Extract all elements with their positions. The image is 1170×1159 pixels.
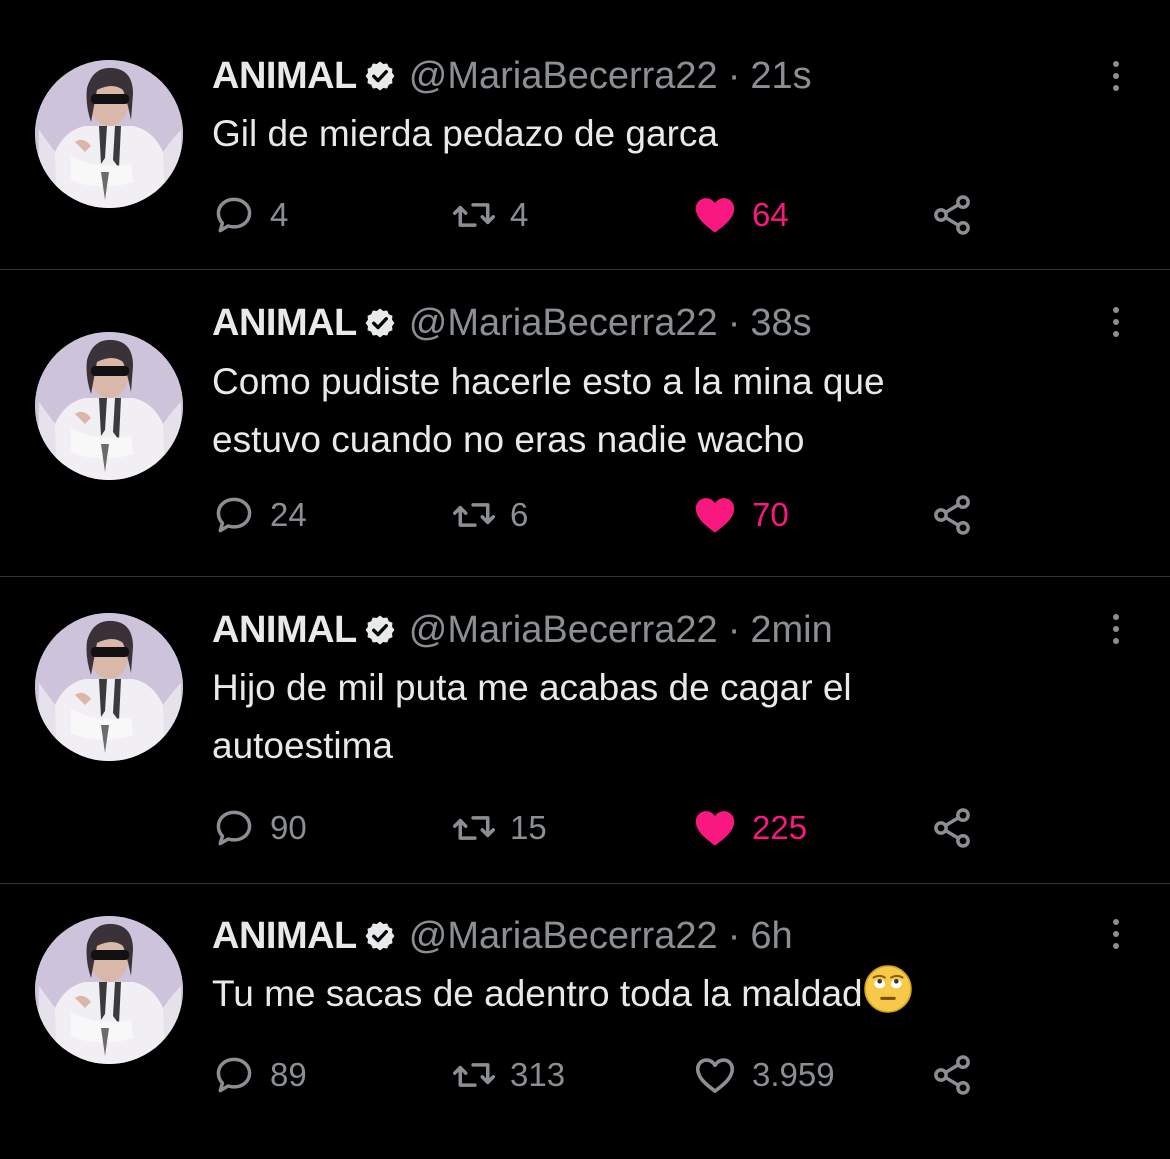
- retweet-count: 313: [510, 1056, 566, 1093]
- tweet[interactable]: ANIMAL @MariaBecerra22 · 38s Como pudist…: [0, 270, 1170, 577]
- separator: ·: [727, 914, 741, 957]
- reply-count: 90: [270, 809, 307, 846]
- reply-icon: [212, 806, 256, 850]
- tweet-text-line: estuvo cuando no eras nadie wacho: [212, 419, 805, 460]
- heart-filled-icon: [692, 805, 738, 851]
- more-vertical-icon[interactable]: [1104, 912, 1128, 956]
- tweet-text: Tu me sacas de adentro toda la maldad: [212, 964, 1112, 1023]
- retweet-button[interactable]: 4: [452, 190, 528, 240]
- timestamp[interactable]: 6h: [750, 915, 792, 958]
- avatar[interactable]: [35, 60, 183, 208]
- share-button[interactable]: [930, 490, 974, 540]
- tweet-text-line: Gil de mierda pedazo de garca: [212, 113, 718, 154]
- reply-button[interactable]: 4: [212, 190, 288, 240]
- like-count: 70: [752, 496, 789, 533]
- like-count: 225: [752, 809, 808, 846]
- timestamp[interactable]: 2min: [750, 609, 832, 652]
- face-with-rolling-eyes-icon: [863, 964, 913, 1014]
- like-button[interactable]: 3.959: [692, 1050, 835, 1100]
- tweet[interactable]: ANIMAL @MariaBecerra22 · 21s Gil de mier…: [0, 0, 1170, 270]
- verified-badge-icon: [363, 613, 397, 647]
- timeline: ANIMAL @MariaBecerra22 · 21s Gil de mier…: [0, 0, 1170, 1159]
- more-vertical-icon[interactable]: [1104, 300, 1128, 344]
- timestamp[interactable]: 38s: [750, 302, 811, 345]
- retweet-button[interactable]: 313: [452, 1050, 565, 1100]
- tweet-actions: 24 6 70: [212, 490, 992, 540]
- separator: ·: [727, 301, 741, 344]
- share-icon: [930, 193, 974, 237]
- heart-filled-icon: [692, 192, 738, 238]
- retweet-button[interactable]: 6: [452, 490, 528, 540]
- separator: ·: [727, 54, 741, 97]
- retweet-icon: [452, 193, 496, 237]
- retweet-count: 4: [510, 196, 529, 233]
- reply-count: 4: [270, 196, 289, 233]
- tweet-actions: 4 4 64: [212, 190, 992, 240]
- heart-filled-icon: [692, 492, 738, 538]
- share-button[interactable]: [930, 1050, 974, 1100]
- share-icon: [930, 806, 974, 850]
- tweet-actions: 90 15 225: [212, 803, 992, 853]
- tweet-header: ANIMAL @MariaBecerra22 · 2min: [212, 608, 833, 652]
- avatar[interactable]: [35, 332, 183, 480]
- reply-icon: [212, 1053, 256, 1097]
- more-vertical-icon[interactable]: [1104, 607, 1128, 651]
- timestamp[interactable]: 21s: [750, 55, 811, 98]
- share-icon: [930, 1053, 974, 1097]
- share-icon: [930, 493, 974, 537]
- reply-button[interactable]: 89: [212, 1050, 307, 1100]
- retweet-icon: [452, 1053, 496, 1097]
- retweet-count: 15: [510, 809, 547, 846]
- tweet-header: ANIMAL @MariaBecerra22 · 38s: [212, 301, 812, 345]
- reply-count: 24: [270, 496, 307, 533]
- display-name[interactable]: ANIMAL: [212, 302, 357, 345]
- tweet-text: Gil de mierda pedazo de garca: [212, 105, 1112, 163]
- heart-outline-icon: [692, 1052, 738, 1098]
- like-count: 3.959: [752, 1056, 835, 1093]
- tweet-header: ANIMAL @MariaBecerra22 · 21s: [212, 54, 812, 98]
- retweet-icon: [452, 493, 496, 537]
- reply-icon: [212, 193, 256, 237]
- tweet[interactable]: ANIMAL @MariaBecerra22 · 2min Hijo de mi…: [0, 577, 1170, 884]
- avatar[interactable]: [35, 613, 183, 761]
- avatar[interactable]: [35, 916, 183, 1064]
- reply-button[interactable]: 90: [212, 803, 307, 853]
- display-name[interactable]: ANIMAL: [212, 55, 357, 98]
- display-name[interactable]: ANIMAL: [212, 609, 357, 652]
- retweet-icon: [452, 806, 496, 850]
- tweet-actions: 89 313 3.959: [212, 1050, 992, 1100]
- share-button[interactable]: [930, 190, 974, 240]
- reply-button[interactable]: 24: [212, 490, 307, 540]
- tweet-text-line: Como pudiste hacerle esto a la mina que: [212, 361, 885, 402]
- user-handle[interactable]: @MariaBecerra22: [409, 55, 718, 98]
- tweet-header: ANIMAL @MariaBecerra22 · 6h: [212, 914, 793, 958]
- share-button[interactable]: [930, 803, 974, 853]
- like-button[interactable]: 70: [692, 490, 789, 540]
- more-vertical-icon[interactable]: [1104, 54, 1128, 98]
- verified-badge-icon: [363, 919, 397, 953]
- display-name[interactable]: ANIMAL: [212, 915, 357, 958]
- tweet-text: Hijo de mil puta me acabas de cagar el a…: [212, 659, 1112, 775]
- tweet-text-line: autoestima: [212, 725, 393, 766]
- retweet-button[interactable]: 15: [452, 803, 547, 853]
- verified-badge-icon: [363, 306, 397, 340]
- user-handle[interactable]: @MariaBecerra22: [409, 609, 718, 652]
- tweet-text: Como pudiste hacerle esto a la mina que …: [212, 353, 1112, 469]
- like-button[interactable]: 225: [692, 803, 807, 853]
- separator: ·: [727, 608, 741, 651]
- user-handle[interactable]: @MariaBecerra22: [409, 915, 718, 958]
- retweet-count: 6: [510, 496, 529, 533]
- tweet[interactable]: ANIMAL @MariaBecerra22 · 6h Tu me sacas …: [0, 884, 1170, 1159]
- tweet-text-line: Hijo de mil puta me acabas de cagar el: [212, 667, 852, 708]
- reply-icon: [212, 493, 256, 537]
- like-count: 64: [752, 196, 789, 233]
- like-button[interactable]: 64: [692, 190, 789, 240]
- verified-badge-icon: [363, 59, 397, 93]
- tweet-text-line: Tu me sacas de adentro toda la maldad: [212, 973, 863, 1014]
- user-handle[interactable]: @MariaBecerra22: [409, 302, 718, 345]
- reply-count: 89: [270, 1056, 307, 1093]
